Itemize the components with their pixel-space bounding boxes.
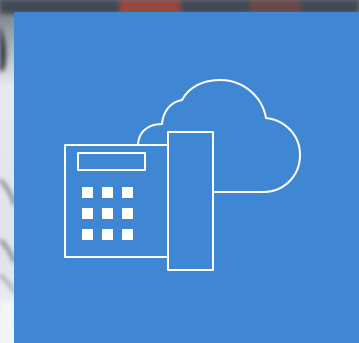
handset-icon — [167, 131, 214, 271]
keypad-key — [102, 187, 113, 198]
cloud-phone-icon — [64, 79, 301, 271]
keypad-key — [122, 229, 133, 240]
image-frame — [0, 0, 359, 343]
phone-display-icon — [77, 152, 146, 171]
keypad-key — [82, 208, 93, 219]
keypad-key — [82, 229, 93, 240]
keypad-icon — [82, 187, 133, 240]
keypad-key — [122, 208, 133, 219]
keypad-key — [122, 187, 133, 198]
keypad-key — [102, 208, 113, 219]
keypad-key — [82, 187, 93, 198]
keypad-key — [102, 229, 113, 240]
